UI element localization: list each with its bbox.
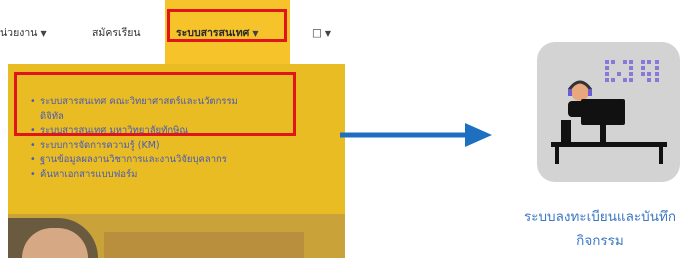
highlight-box-dropdown-item — [14, 72, 296, 136]
dropdown-item-research-db[interactable]: • ฐานข้อมูลผลงานวิชาการและงานวิจัยบุคลาก… — [30, 153, 310, 168]
dropdown-item-forms[interactable]: • ค้นหาเอกสารแบบฟอร์ม — [30, 168, 310, 183]
app-caption-line1: ระบบลงทะเบียนและบันทึก — [523, 209, 677, 225]
bullet: • — [30, 154, 36, 165]
chevron-down-icon: ▼ — [40, 29, 47, 38]
app-caption[interactable]: ระบบลงทะเบียนและบันทึก กิจกรรม — [500, 205, 697, 253]
nav-item-label: □ — [312, 27, 322, 39]
photo-shirt — [104, 232, 304, 258]
nav-item-label: น่วยงาน — [0, 27, 38, 39]
nav-item-label: สมัครเรียน — [92, 27, 141, 39]
dropdown-item-label: ค้นหาเอกสารแบบฟอร์ม — [40, 168, 138, 180]
dotted-logo-icon — [605, 60, 659, 82]
bullet: • — [30, 168, 36, 180]
person-at-computer-icon — [551, 60, 667, 164]
dropdown-item-km[interactable]: • ระบบการจัดการความรู้ (KM) — [30, 139, 310, 154]
bullet: • — [30, 139, 36, 151]
background-photo — [8, 214, 345, 258]
nav-item-more[interactable]: □ ▼ — [312, 22, 331, 44]
arrow-right-icon — [340, 123, 492, 147]
dropdown-item-label: ฐานข้อมูลผลงานวิชาการและงานวิจัยบุคลากร — [40, 154, 227, 165]
app-caption-line2: กิจกรรม — [576, 233, 624, 249]
highlight-box-nav — [167, 9, 287, 42]
nav-item-apply[interactable]: สมัครเรียน — [92, 22, 141, 44]
nav-item-units[interactable]: น่วยงาน ▼ — [0, 22, 47, 44]
app-icon[interactable] — [537, 42, 680, 182]
chevron-down-icon: ▼ — [324, 29, 332, 38]
dropdown-item-label: ระบบการจัดการความรู้ (KM) — [40, 139, 160, 151]
